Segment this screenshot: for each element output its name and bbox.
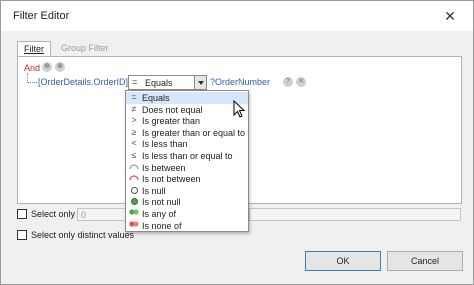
operator-option-less[interactable]: < Is less than [126, 138, 248, 150]
add-condition-icon[interactable]: ⊕ [42, 62, 52, 72]
operator-option-label: Is less than [142, 139, 188, 150]
tab-filter-label: Filter [24, 44, 44, 54]
between-icon [129, 162, 139, 173]
ok-button[interactable]: OK [305, 251, 381, 271]
operator-option-label: Is between [142, 162, 186, 173]
operator-dropdown-list: = Equals ≠ Does not equal > Is greater t… [125, 90, 249, 232]
none-of-icon [129, 220, 139, 231]
greater-than-icon: > [131, 115, 137, 126]
select-only-checkbox[interactable] [17, 209, 27, 219]
condition-value[interactable]: ?OrderNumber [210, 77, 270, 87]
operator-option-greater[interactable]: > Is greater than [126, 115, 248, 127]
equals-icon: = [131, 92, 137, 102]
window-title: Filter Editor [13, 10, 70, 22]
operator-option-label: Does not equal [142, 104, 203, 115]
operator-option-label: Equals [142, 93, 170, 103]
group-operator-and[interactable]: And [24, 63, 40, 73]
not-null-icon [129, 196, 139, 207]
tab-group-filter[interactable]: Group Filter [55, 41, 115, 57]
tree-connector [27, 82, 37, 83]
any-of-icon [129, 208, 139, 219]
operator-option-equals[interactable]: = Equals [126, 92, 248, 104]
operator-combobox[interactable]: = Equals [128, 75, 207, 90]
tab-filter[interactable]: Filter [17, 41, 51, 57]
equals-icon: = [132, 77, 138, 87]
select-distinct-checkbox[interactable] [17, 230, 27, 240]
dropdown-arrow-icon[interactable] [194, 76, 206, 89]
select-only-label: Select only [31, 209, 76, 219]
parameter-icon[interactable]: ? [283, 77, 293, 87]
remove-group-icon[interactable]: ⊗ [55, 62, 65, 72]
operator-option-label: Is not null [142, 197, 181, 208]
remove-condition-icon[interactable]: ✕ [296, 77, 306, 87]
operator-option-is-null[interactable]: Is null [126, 185, 248, 197]
operator-option-between[interactable]: Is between [126, 162, 248, 174]
operator-option-label: Is greater than or equal to [142, 127, 246, 138]
operator-option-label: Is null [142, 185, 166, 196]
operator-option-label: Is not between [142, 174, 201, 185]
operator-option-less-or-equal[interactable]: ≤ Is less than or equal to [126, 150, 248, 162]
operator-option-label: Is less than or equal to [142, 151, 233, 161]
not-equal-icon: ≠ [131, 103, 137, 114]
operator-option-is-not-null[interactable]: Is not null [126, 196, 248, 208]
null-icon [129, 185, 139, 196]
less-than-icon: < [131, 138, 137, 149]
operator-option-none-of[interactable]: Is none of [126, 220, 248, 232]
operator-option-label: Is greater than [142, 116, 201, 127]
operator-option-greater-or-equal[interactable]: ≥ Is greater than or equal to [126, 127, 248, 139]
operator-option-label: Is any of [142, 209, 177, 219]
select-distinct-label: Select only distinct values [31, 230, 135, 240]
mouse-cursor-icon [233, 100, 245, 118]
operator-option-any-of[interactable]: Is any of [126, 208, 248, 220]
select-only-to-field[interactable] [249, 208, 461, 221]
title-bar: Filter Editor ✕ [1, 1, 473, 31]
cancel-button[interactable]: Cancel [387, 251, 463, 271]
operator-selected-text: Equals [145, 78, 173, 88]
close-icon[interactable]: ✕ [441, 7, 459, 25]
less-or-equal-icon: ≤ [131, 150, 137, 160]
condition-field[interactable]: [OrderDetails.OrderID] [38, 77, 128, 87]
operator-option-does-not-equal[interactable]: ≠ Does not equal [126, 104, 248, 116]
operator-option-label: Is none of [142, 220, 182, 231]
select-only-from-value: 0 [81, 210, 87, 220]
operator-option-not-between[interactable]: Is not between [126, 173, 248, 185]
not-between-icon [129, 173, 139, 184]
greater-or-equal-icon: ≥ [131, 126, 137, 137]
